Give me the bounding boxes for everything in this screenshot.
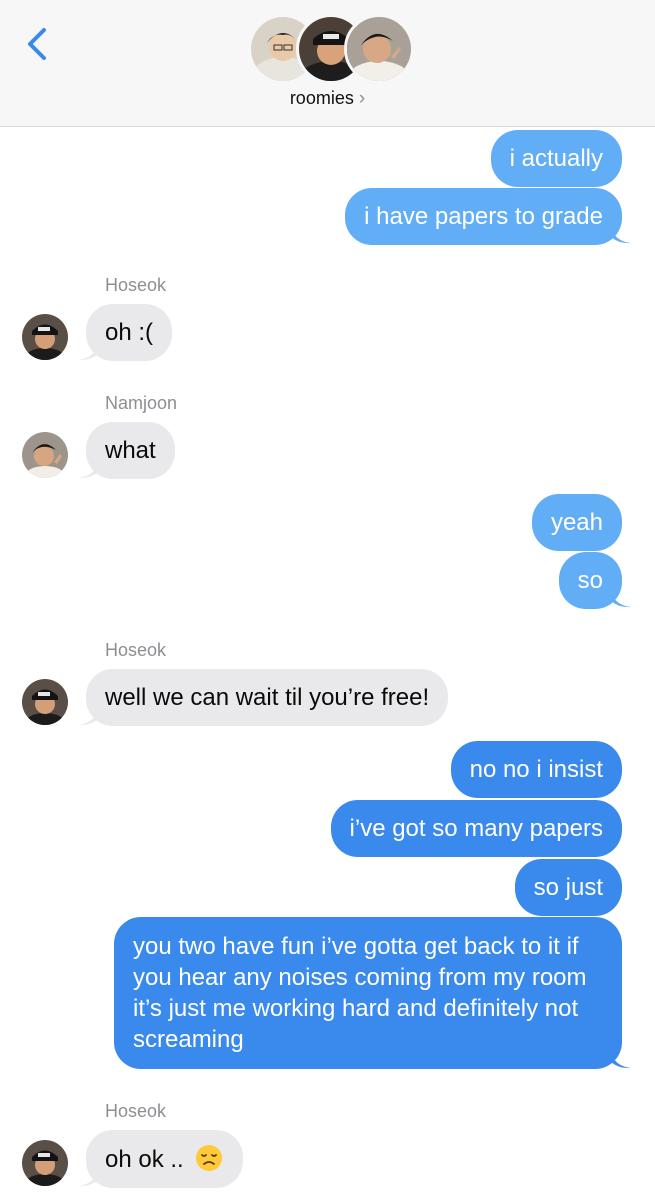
group-avatars[interactable]: [248, 14, 414, 84]
outgoing-message[interactable]: yeah: [531, 494, 622, 551]
sender-avatar: [22, 314, 68, 360]
outgoing-message[interactable]: i have papers to grade: [345, 188, 622, 245]
bubble-tail: [78, 1168, 98, 1187]
bubble-tail: [78, 342, 98, 361]
avatar: [344, 14, 414, 84]
bubble-tail: [611, 1050, 631, 1069]
message-text: oh ok ..: [105, 1146, 184, 1173]
outgoing-message[interactable]: so just: [514, 859, 622, 916]
chevron-right-icon: ›: [358, 88, 366, 109]
bubble-tail: [611, 225, 631, 244]
disappointed-face-icon: [196, 1145, 223, 1171]
sender-name: Hoseok: [105, 275, 167, 295]
sender-avatar: [22, 679, 68, 725]
sender-name: Hoseok: [105, 1101, 167, 1121]
sender-name: Namjoon: [105, 393, 178, 413]
bubble-tail: [78, 707, 98, 726]
sender-avatar: [22, 1140, 68, 1186]
group-name: roomies: [289, 88, 354, 108]
incoming-message[interactable]: oh :(: [86, 304, 173, 361]
chevron-left-icon: [28, 28, 46, 60]
conversation-title[interactable]: roomies ›: [0, 88, 655, 110]
conversation-header: roomies ›: [0, 0, 655, 127]
outgoing-message[interactable]: you two have fun i’ve gotta get back to …: [114, 917, 622, 1069]
bubble-tail: [611, 589, 631, 608]
sender-avatar: [22, 432, 68, 478]
sender-name: Hoseok: [105, 640, 167, 660]
incoming-message[interactable]: oh ok ..: [86, 1130, 244, 1188]
outgoing-message[interactable]: i actually: [490, 130, 622, 187]
bubble-tail: [78, 460, 98, 479]
outgoing-message[interactable]: no no i insist: [450, 741, 622, 798]
incoming-message[interactable]: well we can wait til you’re free!: [86, 669, 449, 726]
back-button[interactable]: [22, 24, 52, 64]
outgoing-message[interactable]: i’ve got so many papers: [330, 800, 622, 857]
incoming-message[interactable]: what: [86, 422, 175, 479]
